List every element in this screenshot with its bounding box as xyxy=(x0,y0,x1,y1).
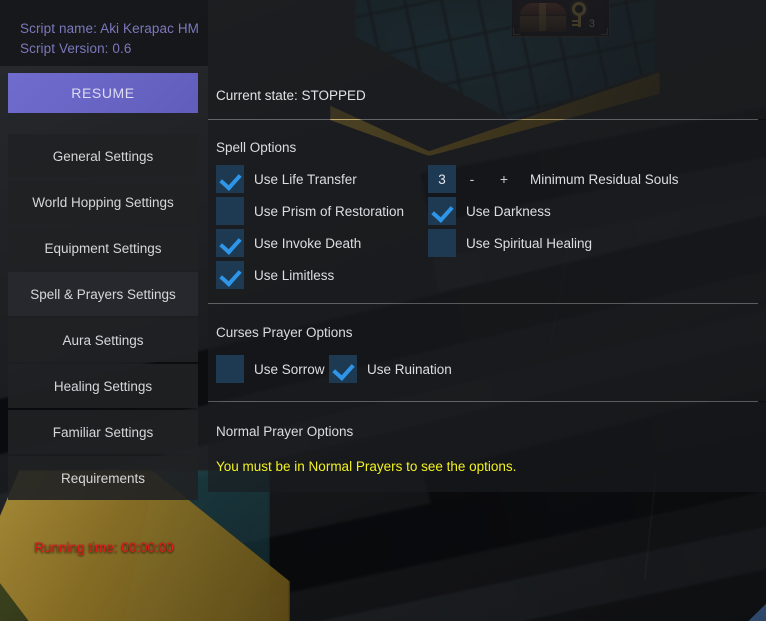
checkbox-use-life-transfer[interactable] xyxy=(216,165,244,193)
resume-button[interactable]: RESUME xyxy=(8,73,198,113)
checkbox-use-darkness[interactable] xyxy=(428,197,456,225)
sidebar-item-label: Healing Settings xyxy=(53,378,153,394)
stepper-decrement-button[interactable]: - xyxy=(456,165,488,193)
checkbox-use-invoke-death[interactable] xyxy=(216,229,244,257)
option-use-sorrow[interactable]: Use Sorrow xyxy=(216,355,325,383)
stepper-increment-button[interactable]: + xyxy=(488,165,520,193)
option-label[interactable]: Use Spiritual Healing xyxy=(466,236,592,251)
curses-prayer-options-section: Curses Prayer Options Use Sorrow Use Rui… xyxy=(208,304,766,401)
option-use-spiritual-healing[interactable]: Use Spiritual Healing xyxy=(428,229,592,257)
normal-prayer-options-title: Normal Prayer Options xyxy=(216,424,354,439)
main-content: Current state: STOPPED Spell Options Use… xyxy=(208,0,766,621)
sidebar-item-label: Familiar Settings xyxy=(52,424,154,440)
sidebar-item-general-settings[interactable]: General Settings xyxy=(8,134,198,178)
sidebar-item-label: World Hopping Settings xyxy=(32,194,174,210)
option-use-life-transfer[interactable]: Use Life Transfer xyxy=(216,165,357,193)
stepper-value[interactable]: 3 xyxy=(428,165,456,193)
current-state-label: Current state: STOPPED xyxy=(216,88,366,103)
checkbox-use-ruination[interactable] xyxy=(329,355,357,383)
sidebar-nav-list: General Settings World Hopping Settings … xyxy=(8,134,198,502)
checkbox-use-sorrow[interactable] xyxy=(216,355,244,383)
option-use-prism-of-restoration[interactable]: Use Prism of Restoration xyxy=(216,197,404,225)
sidebar-item-label: Requirements xyxy=(60,470,146,486)
option-label[interactable]: Use Life Transfer xyxy=(254,172,357,187)
spell-options-title: Spell Options xyxy=(216,140,297,155)
option-use-darkness[interactable]: Use Darkness xyxy=(428,197,551,225)
script-version-label: Script Version: 0.6 xyxy=(20,41,132,56)
sidebar-item-familiar-settings[interactable]: Familiar Settings xyxy=(8,410,198,454)
option-label[interactable]: Use Limitless xyxy=(254,268,334,283)
curses-prayer-options-title: Curses Prayer Options xyxy=(216,325,353,340)
script-settings-overlay: Script name: Aki Kerapac HM Script Versi… xyxy=(0,0,766,621)
sidebar-item-label: Equipment Settings xyxy=(44,240,162,256)
sidebar-item-label: Spell & Prayers Settings xyxy=(30,286,176,302)
normal-prayer-options-section: Normal Prayer Options You must be in Nor… xyxy=(208,402,766,492)
option-use-limitless[interactable]: Use Limitless xyxy=(216,261,334,289)
sidebar-item-label: General Settings xyxy=(52,148,154,164)
option-label[interactable]: Use Ruination xyxy=(367,362,452,377)
sidebar-item-equipment-settings[interactable]: Equipment Settings xyxy=(8,226,198,270)
running-time-label: Running time: 00:00:00 xyxy=(34,540,174,555)
sidebar-item-healing-settings[interactable]: Healing Settings xyxy=(8,364,198,408)
script-name-label: Script name: Aki Kerapac HM xyxy=(20,21,200,36)
option-label[interactable]: Use Darkness xyxy=(466,204,551,219)
checkbox-use-prism-of-restoration[interactable] xyxy=(216,197,244,225)
checkbox-use-spiritual-healing[interactable] xyxy=(428,229,456,257)
application-window: 3 Script name: Aki Kerapac HM Script Ver… xyxy=(0,0,766,621)
current-state-bar: Current state: STOPPED xyxy=(208,0,766,119)
spell-options-section: Spell Options Use Life Transfer 3 - + Mi… xyxy=(208,120,766,303)
option-label[interactable]: Use Invoke Death xyxy=(254,236,361,251)
sidebar-item-spell-and-prayers-settings[interactable]: Spell & Prayers Settings xyxy=(8,272,198,316)
normal-prayer-warning-text: You must be in Normal Prayers to see the… xyxy=(216,459,517,474)
checkbox-use-limitless[interactable] xyxy=(216,261,244,289)
option-label[interactable]: Use Sorrow xyxy=(254,362,325,377)
stepper-label: Minimum Residual Souls xyxy=(530,171,679,187)
option-use-invoke-death[interactable]: Use Invoke Death xyxy=(216,229,361,257)
sidebar-header: Script name: Aki Kerapac HM Script Versi… xyxy=(0,0,208,66)
option-label[interactable]: Use Prism of Restoration xyxy=(254,204,404,219)
minimum-residual-souls-stepper[interactable]: 3 - + Minimum Residual Souls xyxy=(428,165,679,193)
option-use-ruination[interactable]: Use Ruination xyxy=(329,355,452,383)
sidebar: Script name: Aki Kerapac HM Script Versi… xyxy=(0,0,208,621)
sidebar-item-world-hopping-settings[interactable]: World Hopping Settings xyxy=(8,180,198,224)
sidebar-item-requirements[interactable]: Requirements xyxy=(8,456,198,500)
sidebar-item-aura-settings[interactable]: Aura Settings xyxy=(8,318,198,362)
sidebar-item-label: Aura Settings xyxy=(62,332,144,348)
